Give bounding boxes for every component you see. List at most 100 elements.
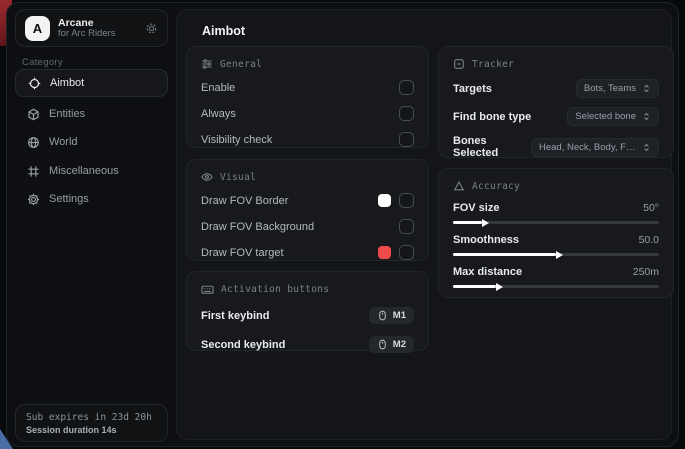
draw-fov-background-checkbox[interactable] <box>399 219 414 234</box>
fov-size-slider[interactable] <box>453 221 659 224</box>
bones-selected-select[interactable]: Head, Neck, Body, Fe... <box>531 138 659 157</box>
sidebar-item-aimbot[interactable]: Aimbot <box>15 69 168 97</box>
slider-fill <box>453 221 482 224</box>
page-title: Aimbot <box>202 24 245 38</box>
sidebar-item-label: Miscellaneous <box>49 165 119 177</box>
screen: A Arcane for Arc Riders Category <box>0 0 685 449</box>
keyboard-icon <box>201 283 214 296</box>
sidebar-item-label: World <box>49 136 78 148</box>
setting-label: Second keybind <box>201 339 285 351</box>
slider-value: 250m <box>633 266 659 278</box>
main-content: Aimbot General Enable Always <box>176 9 672 440</box>
frame-icon <box>453 58 465 70</box>
panel-general: General Enable Always Visibility check <box>186 46 429 148</box>
setting-label: Draw FOV target <box>201 247 284 259</box>
setting-row: Find bone type Selected bone <box>453 107 659 126</box>
setting-label: Always <box>201 108 236 120</box>
sub-expiry-text: Sub expires in 23d 20h <box>26 412 157 423</box>
panel-visual-header: Visual <box>201 171 414 183</box>
sidebar-item-entities[interactable]: Entities <box>15 100 168 128</box>
panel-accuracy-header: Accuracy <box>453 180 659 192</box>
setting-row: Draw FOV Background <box>201 218 414 235</box>
sidebar-item-world[interactable]: World <box>15 128 168 156</box>
unfold-arrows-icon <box>642 84 651 93</box>
brand-name: Arcane <box>58 17 137 29</box>
triangle-icon <box>453 180 465 192</box>
sidebar-item-miscellaneous[interactable]: Miscellaneous <box>15 157 168 185</box>
setting-label: Find bone type <box>453 111 531 123</box>
sidebar-item-label: Aimbot <box>50 77 84 89</box>
gear-icon[interactable] <box>145 22 158 35</box>
fov-target-color-swatch[interactable] <box>378 246 391 259</box>
targets-select[interactable]: Bots, Teams <box>576 79 659 98</box>
crosshair-icon <box>27 77 41 90</box>
slider-value: 50° <box>643 202 659 214</box>
panel-activation-buttons: Activation buttons First keybind M1 Seco… <box>186 271 429 351</box>
setting-row: Draw FOV target <box>201 244 414 261</box>
smoothness-slider[interactable] <box>453 253 659 256</box>
brand-text: Arcane for Arc Riders <box>58 17 137 40</box>
keybind-value: M1 <box>393 310 406 321</box>
setting-row: Always <box>201 105 414 122</box>
panel-title: Accuracy <box>472 181 520 192</box>
setting-label: Targets <box>453 83 492 95</box>
fov-border-color-swatch[interactable] <box>378 194 391 207</box>
slider-label: FOV size <box>453 202 499 214</box>
slider-group-smoothness: Smoothness 50.0 <box>453 234 659 256</box>
slider-thumb[interactable] <box>496 283 503 291</box>
second-keybind-button[interactable]: M2 <box>369 336 414 353</box>
eye-icon <box>201 171 213 183</box>
sidebar-item-settings[interactable]: Settings <box>15 185 168 213</box>
always-checkbox[interactable] <box>399 106 414 121</box>
setting-row: First keybind M1 <box>201 307 414 324</box>
panel-title: Tracker <box>472 59 514 70</box>
select-value: Selected bone <box>575 111 636 122</box>
setting-label: Bones Selected <box>453 135 531 159</box>
panel-tracker-header: Tracker <box>453 58 659 70</box>
panel-general-header: General <box>201 58 414 70</box>
panel-title: General <box>220 59 262 70</box>
brand-logo: A <box>25 16 50 41</box>
draw-fov-border-checkbox[interactable] <box>399 193 414 208</box>
mouse-icon <box>377 310 388 321</box>
brand-card: A Arcane for Arc Riders <box>15 9 168 47</box>
slider-value: 50.0 <box>639 234 659 246</box>
unfold-arrows-icon <box>642 112 651 121</box>
slider-thumb[interactable] <box>556 251 563 259</box>
setting-row: Visibility check <box>201 131 414 148</box>
setting-row: Second keybind M2 <box>201 336 414 353</box>
panel-title: Activation buttons <box>221 284 329 295</box>
setting-row: Enable <box>201 79 414 96</box>
slider-group-fov-size: FOV size 50° <box>453 202 659 224</box>
app-window: A Arcane for Arc Riders Category <box>6 2 679 447</box>
visibility-check-checkbox[interactable] <box>399 132 414 147</box>
sidebar-item-label: Settings <box>49 193 89 205</box>
setting-row: Targets Bots, Teams <box>453 79 659 98</box>
setting-label: Draw FOV Background <box>201 221 314 233</box>
sliders-icon <box>201 58 213 70</box>
panel-accuracy: Accuracy FOV size 50° Smoothne <box>438 168 674 298</box>
max-distance-slider[interactable] <box>453 285 659 288</box>
category-label: Category <box>22 57 63 68</box>
keybind-value: M2 <box>393 339 406 350</box>
first-keybind-button[interactable]: M1 <box>369 307 414 324</box>
find-bone-type-select[interactable]: Selected bone <box>567 107 659 126</box>
enable-checkbox[interactable] <box>399 80 414 95</box>
panel-tracker: Tracker Targets Bots, Teams Find bone ty… <box>438 46 674 158</box>
cube-icon <box>26 108 40 121</box>
slider-label: Max distance <box>453 266 522 278</box>
select-value: Head, Neck, Body, Fe... <box>539 142 636 153</box>
globe-icon <box>26 136 40 149</box>
setting-label: Draw FOV Border <box>201 195 288 207</box>
mouse-icon <box>377 339 388 350</box>
unfold-arrows-icon <box>642 143 651 152</box>
session-duration-text: Session duration 14s <box>26 425 157 435</box>
panel-activation-header: Activation buttons <box>201 283 414 296</box>
draw-fov-target-checkbox[interactable] <box>399 245 414 260</box>
sidebar-item-label: Entities <box>49 108 85 120</box>
slider-thumb[interactable] <box>482 219 489 227</box>
slider-label: Smoothness <box>453 234 519 246</box>
setting-label: Enable <box>201 82 235 94</box>
setting-row: Draw FOV Border <box>201 192 414 209</box>
select-value: Bots, Teams <box>584 83 636 94</box>
